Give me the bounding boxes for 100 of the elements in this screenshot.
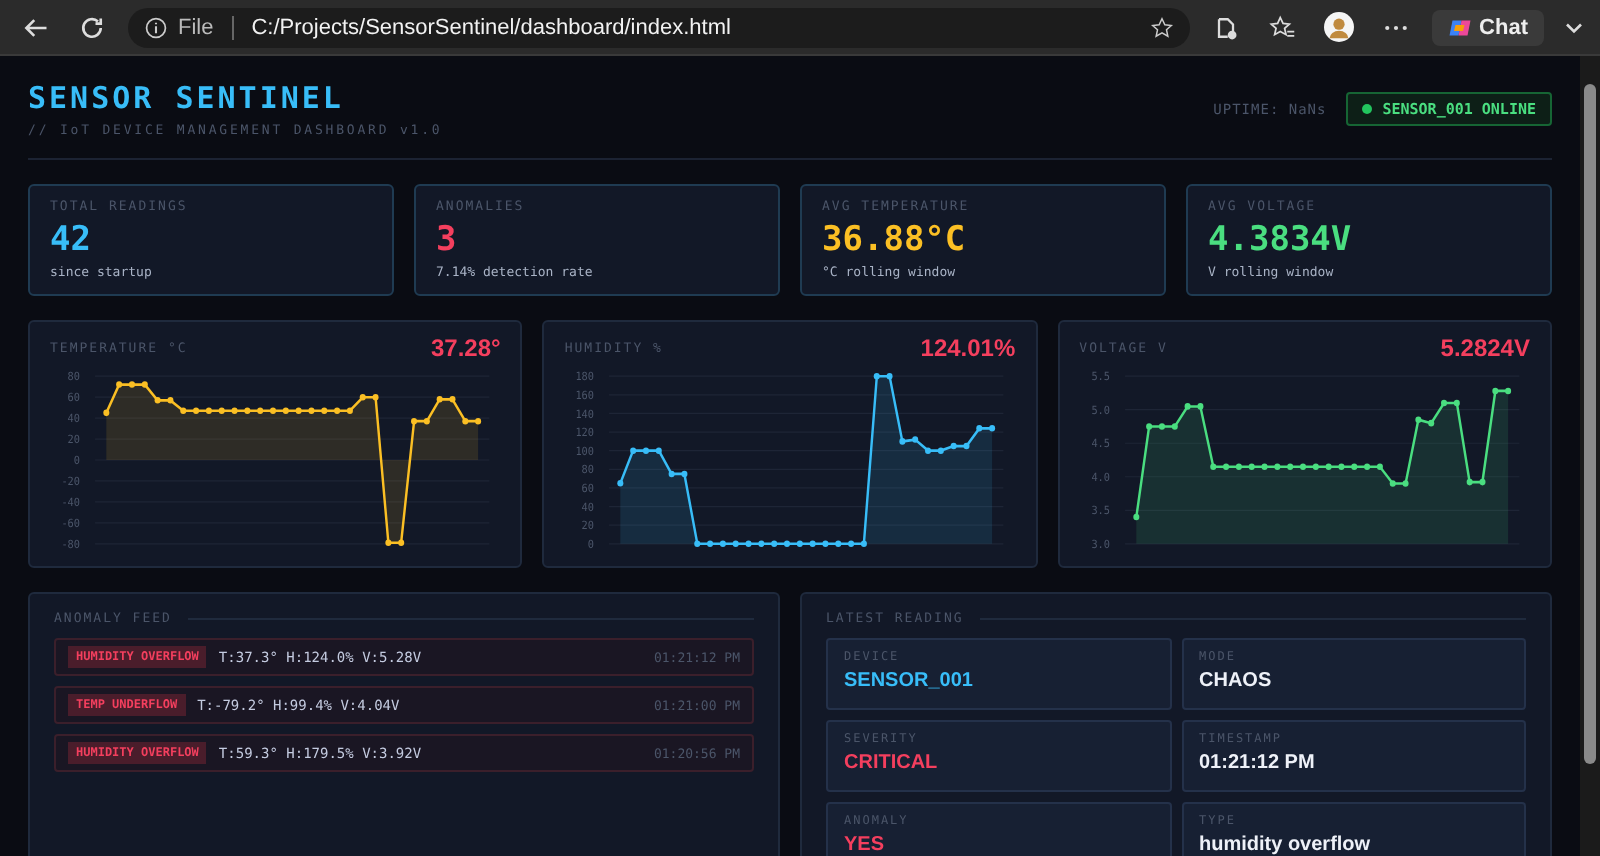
data-point — [1504, 387, 1511, 395]
refresh-icon[interactable] — [78, 13, 106, 41]
data-point — [1273, 463, 1280, 470]
stat-value: 36.88°C — [822, 220, 968, 260]
data-point — [784, 540, 791, 548]
data-point — [810, 540, 817, 548]
data-point — [951, 442, 958, 450]
data-point — [1248, 463, 1255, 470]
data-point — [1235, 463, 1242, 470]
data-point — [707, 540, 714, 548]
data-point — [848, 540, 855, 548]
data-point — [989, 425, 996, 432]
data-point — [423, 418, 430, 425]
url-text: C:/Projects/SensorSentinel/dashboard/index.html — [251, 15, 733, 39]
data-point — [128, 381, 135, 388]
data-point — [874, 372, 881, 380]
data-point — [1401, 480, 1408, 487]
data-point — [656, 447, 663, 454]
profile-avatar[interactable] — [1323, 12, 1354, 42]
data-point — [116, 381, 123, 388]
field-value: 01:21:12 PM — [1199, 752, 1317, 774]
star-icon[interactable] — [1149, 15, 1174, 39]
status-dot-icon — [1362, 104, 1373, 114]
data-point — [630, 447, 637, 454]
data-point — [205, 407, 212, 415]
app-title: SENSOR SENTINEL — [28, 80, 346, 116]
data-point — [1260, 463, 1267, 470]
data-point — [257, 407, 264, 415]
data-point — [295, 407, 302, 415]
data-point — [1440, 399, 1447, 407]
data-point — [771, 540, 778, 548]
data-point — [244, 407, 251, 415]
data-point — [1171, 423, 1178, 430]
current-value: 124.01% — [920, 334, 1016, 362]
data-point — [682, 470, 689, 478]
data-point — [1453, 399, 1460, 407]
scrollbar[interactable] — [1580, 56, 1600, 856]
data-point — [1286, 463, 1293, 470]
data-point — [1145, 423, 1152, 430]
data-point — [321, 407, 328, 415]
info-icon[interactable] — [144, 15, 168, 39]
data-point — [1222, 463, 1229, 470]
data-point — [823, 540, 830, 548]
data-point — [938, 447, 945, 454]
data-point — [1465, 478, 1472, 486]
back-icon[interactable] — [22, 13, 50, 41]
data-point — [925, 447, 932, 454]
data-point — [1196, 403, 1203, 410]
data-point — [746, 540, 753, 548]
data-point — [103, 409, 110, 417]
favorites-icon[interactable] — [1267, 13, 1296, 41]
data-point — [141, 381, 148, 388]
data-point — [835, 540, 842, 548]
data-point — [964, 442, 971, 450]
data-point — [976, 425, 983, 432]
data-point — [436, 396, 443, 403]
field-value: humidity overflow — [1199, 834, 1373, 856]
data-point — [308, 407, 315, 415]
file-label: File — [178, 15, 214, 39]
stat-value: 3 — [436, 220, 459, 260]
data-point — [1158, 423, 1165, 430]
data-point — [733, 540, 740, 548]
data-point — [1376, 463, 1383, 470]
data-point — [1337, 463, 1344, 470]
data-point — [359, 393, 366, 401]
data-point — [1312, 463, 1319, 470]
data-point — [462, 418, 469, 425]
data-point — [180, 407, 187, 415]
data-point — [398, 539, 405, 546]
data-point — [1363, 463, 1370, 470]
data-point — [1183, 403, 1190, 410]
data-point — [1427, 419, 1434, 427]
data-point — [1491, 387, 1498, 395]
data-point — [1132, 513, 1139, 521]
data-point — [797, 540, 804, 548]
data-point — [1350, 463, 1357, 470]
data-point — [759, 540, 765, 548]
data-point — [334, 407, 341, 415]
data-point — [643, 447, 650, 454]
field-value: CRITICAL — [844, 752, 940, 774]
data-point — [1478, 478, 1485, 486]
data-point — [1389, 480, 1396, 487]
data-point — [346, 407, 353, 415]
stat-value: 4.3834V — [1208, 220, 1354, 260]
data-point — [1299, 463, 1306, 470]
data-point — [167, 397, 174, 404]
data-point — [372, 393, 379, 401]
data-point — [411, 418, 418, 425]
field-value: YES — [844, 834, 887, 856]
chat-button[interactable]: Chat — [1431, 9, 1544, 45]
data-point — [449, 396, 456, 403]
data-point — [900, 438, 907, 445]
field-value: CHAOS — [1199, 670, 1274, 692]
current-value: 37.28° — [431, 334, 501, 362]
data-point — [887, 372, 894, 380]
data-point — [385, 539, 392, 546]
data-point — [861, 540, 868, 548]
field-value: SENSOR_001 — [844, 670, 975, 692]
address-bar[interactable]: File C:/Projects/SensorSentinel/dashboard/index.html — [128, 7, 1190, 47]
data-point — [694, 540, 701, 548]
